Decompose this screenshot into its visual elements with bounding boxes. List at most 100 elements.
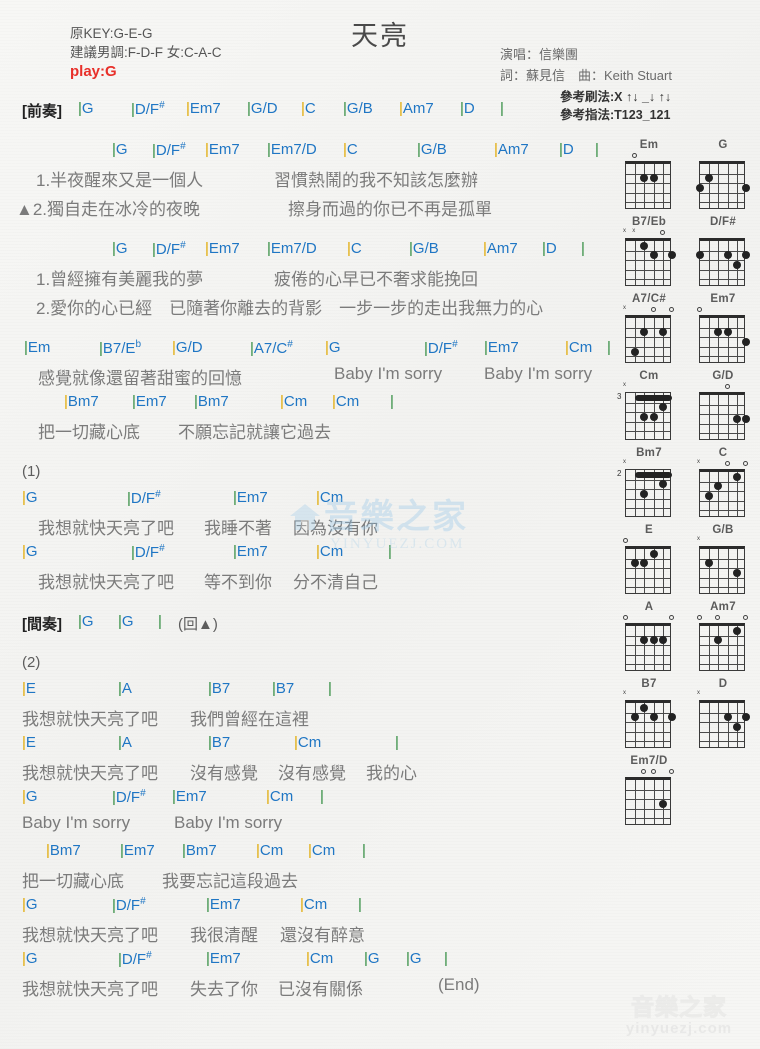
fret-line xyxy=(626,183,670,185)
lyric-text: 我很清醒 xyxy=(190,926,258,945)
chord-line: |E |A |B7 |B7 | xyxy=(0,680,615,705)
fret-line xyxy=(626,269,670,271)
string-line xyxy=(662,703,664,747)
chord-token: |Cm xyxy=(294,734,321,751)
chord-line: |G |D/F# |Em7 |Em7/D |C |G/B |Am7 |D | xyxy=(0,240,615,265)
chord-diagram-em7d: Em7/D xyxy=(612,754,686,827)
chord-name: G/B xyxy=(420,141,447,158)
fret-grid xyxy=(699,392,750,440)
string-line xyxy=(709,395,711,439)
open-string-icon xyxy=(623,615,628,620)
fretboard xyxy=(623,615,674,673)
bar-separator: | xyxy=(395,734,399,751)
sharp-symbol: # xyxy=(159,100,165,111)
chord-token: |Cm xyxy=(280,393,307,410)
finger-dot xyxy=(668,251,676,260)
lyric-line: 把一切藏心底 不願忘記就讓它過去 xyxy=(0,418,615,447)
chord-name: D/F# xyxy=(121,950,152,968)
lyric-line: 1.曾經擁有美麗我的夢 疲倦的心早已不奢求能挽回 xyxy=(0,265,615,294)
finger-dot xyxy=(705,174,714,183)
chord-diagram-am7: Am7 xyxy=(686,600,760,673)
lyric-line: 我想就快天亮了吧 我很清醒 還沒有醉意 xyxy=(0,921,615,950)
fret-line xyxy=(626,508,670,510)
chord-name: C xyxy=(346,141,358,158)
lyric-line: 我想就快天亮了吧 失去了你 已沒有關係 (End) xyxy=(0,975,615,1004)
chord-name: Em7 xyxy=(236,543,268,560)
string-line xyxy=(736,318,738,362)
string-markers: x xyxy=(623,690,673,699)
open-string-icon xyxy=(715,615,721,620)
chord-token: |B7 xyxy=(272,680,294,697)
lyric-text: 擦身而過的你已不再是孤單 xyxy=(288,200,492,219)
finger-dot xyxy=(640,328,649,337)
fret-position-number: 3 xyxy=(617,392,622,401)
section-label: (1) xyxy=(0,463,615,489)
finger-dot xyxy=(640,241,649,250)
fret-line xyxy=(626,789,670,791)
finger-dot xyxy=(732,723,741,731)
fret-line xyxy=(626,173,670,175)
chord-token: |G/B xyxy=(409,240,439,257)
chord-token: |Em7 xyxy=(205,141,240,158)
chord-name: Em7 xyxy=(208,141,240,158)
finger-dot xyxy=(705,559,714,568)
chord-token: |Bm7 xyxy=(194,393,229,410)
string-markers: x xyxy=(697,536,747,545)
chord-diagram-e: E xyxy=(612,523,686,596)
chord-token: |Bm7 xyxy=(182,842,217,859)
chord-token: |Em xyxy=(24,339,50,356)
string-line xyxy=(635,780,637,824)
lyric-text: 我的心 xyxy=(366,764,417,783)
chord-name: D/F# xyxy=(130,489,161,507)
lyric-text: 把一切藏心底 xyxy=(38,423,140,442)
fret-line xyxy=(700,741,744,743)
barre-bar xyxy=(635,471,672,478)
finger-dot xyxy=(649,174,658,183)
muted-string-icon: x xyxy=(697,536,700,542)
chord-token: |G xyxy=(78,100,94,117)
finger-dot xyxy=(742,713,750,722)
chord-diagram-gd: G/D xyxy=(686,369,760,442)
finger-dot xyxy=(696,184,704,192)
chord-token: |D/F# xyxy=(424,339,458,357)
section-label-text: (1) xyxy=(22,463,41,480)
chord-token: | xyxy=(362,842,366,859)
string-line xyxy=(727,395,729,439)
chord-diagram-em7: Em7 xyxy=(686,292,760,365)
finger-dot xyxy=(640,174,649,183)
chord-token: |A7/C# xyxy=(250,339,293,357)
chord-token: |D/F# xyxy=(131,543,165,561)
chord-name: D xyxy=(545,240,557,257)
fret-line xyxy=(700,269,744,271)
fret-line xyxy=(626,664,670,666)
sharp-symbol: # xyxy=(180,240,186,251)
chord-name: B7 xyxy=(211,734,231,751)
chord-diagram-df: D/F# xyxy=(686,215,760,288)
chord-name: G xyxy=(115,141,128,158)
string-line xyxy=(644,164,646,208)
chord-diagram-g: G xyxy=(686,138,760,211)
muted-string-icon: x xyxy=(623,382,626,388)
chord-token: |B7 xyxy=(208,680,230,697)
chord-token: |G xyxy=(112,240,128,257)
open-string-icon xyxy=(669,307,674,312)
chord-name: Em7 xyxy=(135,393,167,410)
fret-line xyxy=(626,250,670,252)
finger-dot xyxy=(658,636,667,645)
string-line xyxy=(635,164,637,208)
lyric-text: 1.半夜醒來又是一個人 xyxy=(36,171,204,190)
fret-grid xyxy=(625,623,671,671)
fretboard: x xyxy=(623,305,674,365)
string-line xyxy=(653,626,655,670)
chord-line: |Em |B7/Eb |G/D |A7/C# |G |D/F# |Em7 |Cm | xyxy=(0,339,615,364)
fret-grid xyxy=(699,623,745,671)
lyric-line: 2.愛你的心已經 已隨著你離去的背影 一步一步的走出我無力的心 xyxy=(0,294,615,323)
finger-dot xyxy=(668,713,676,722)
fret-line xyxy=(700,500,744,502)
finger-dot xyxy=(649,713,658,722)
fret-line xyxy=(626,412,670,414)
string-markers: x xyxy=(623,459,673,468)
finger-dot xyxy=(723,251,732,260)
